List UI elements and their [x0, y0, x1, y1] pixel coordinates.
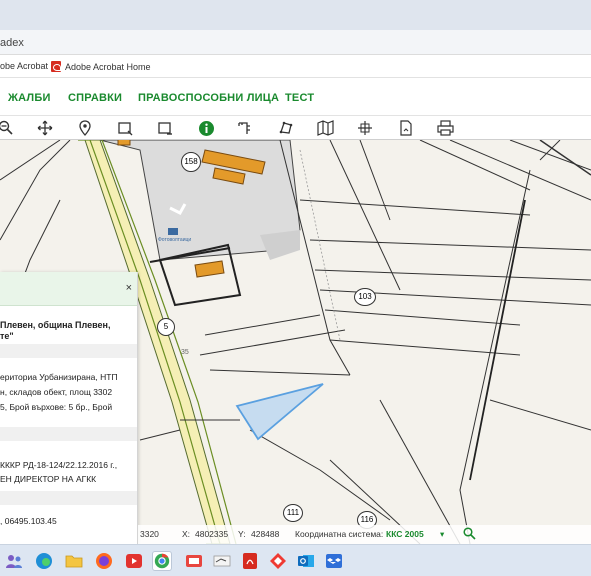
- info-icon[interactable]: [196, 118, 216, 138]
- folder-icon[interactable]: [64, 551, 84, 571]
- firefox-icon[interactable]: [94, 551, 114, 571]
- panel-order-line2: ЕН ДИРЕКТОР НА АГКК: [0, 474, 97, 484]
- select-rect-icon[interactable]: [115, 118, 135, 138]
- parcel-label-103: 103: [354, 288, 376, 306]
- panel-header: ×: [0, 272, 137, 306]
- address-bar[interactable]: adex: [0, 30, 591, 55]
- chrome-icon[interactable]: [152, 551, 172, 571]
- pdf-icon[interactable]: [240, 551, 260, 571]
- nav-complaints[interactable]: ЖАЛБИ: [8, 92, 51, 104]
- panel-title-line1: Плевен, община Плевен,: [0, 320, 111, 330]
- crs-select[interactable]: ККС 2005: [386, 529, 424, 539]
- chevron-down-icon[interactable]: ▾: [440, 529, 444, 540]
- location-pin-icon[interactable]: [75, 118, 95, 138]
- map-toolbar: [0, 116, 591, 140]
- map-icon[interactable]: [315, 118, 335, 138]
- people-icon[interactable]: [4, 551, 24, 571]
- search-icon[interactable]: [463, 527, 476, 542]
- pdf-icon: [51, 61, 61, 72]
- parcel-label-158: 158: [181, 152, 201, 172]
- measure-icon[interactable]: [235, 118, 255, 138]
- bookmark-label: obe Acrobat: [0, 61, 49, 71]
- app2-icon[interactable]: [212, 551, 232, 571]
- pan-icon[interactable]: [35, 118, 55, 138]
- zoom-out-icon[interactable]: [0, 118, 16, 138]
- parcel-label-35: 35: [181, 349, 189, 356]
- os-taskbar: [0, 544, 591, 576]
- nav-test[interactable]: ТЕСТ: [285, 92, 314, 104]
- panel-desc-line1: ериториа Урбанизирана, НТП: [0, 372, 118, 382]
- x-label: X:: [182, 529, 191, 539]
- panel-divider: [0, 344, 137, 358]
- poi-icon: [168, 228, 178, 235]
- polygon-icon[interactable]: [276, 118, 296, 138]
- panel-divider: [0, 427, 137, 441]
- panel-desc-line2: н, складов обект, площ 3302: [0, 387, 113, 397]
- dropbox-icon[interactable]: [324, 551, 344, 571]
- print-icon[interactable]: [435, 118, 455, 138]
- bookmark-label: Adobe Acrobat Home: [65, 61, 151, 72]
- bookmarks-bar: obe Acrobat Adobe Acrobat Home: [0, 56, 591, 78]
- panel-title-line2: те": [0, 331, 14, 341]
- parcel-label-5: 5: [157, 318, 175, 336]
- nav-references[interactable]: СПРАВКИ: [68, 92, 122, 104]
- select-rect-minus-icon[interactable]: [155, 118, 175, 138]
- y-value: 428488: [251, 529, 280, 539]
- video-icon[interactable]: [124, 551, 144, 571]
- document-icon[interactable]: [396, 118, 416, 138]
- panel-order-line1: КККР РД-18-124/22.12.2016 г.,: [0, 460, 118, 470]
- map-status-bar: 3320 X: 4802335 Y: 428488 Координатна си…: [138, 525, 591, 544]
- address-text: adex: [0, 37, 24, 49]
- anydesk-icon[interactable]: [268, 551, 288, 571]
- bookmark-adobe-acrobat-home[interactable]: Adobe Acrobat Home: [51, 61, 151, 72]
- scale-value: 3320: [140, 529, 159, 539]
- app-icon[interactable]: [184, 551, 204, 571]
- panel-divider: [0, 491, 137, 505]
- poi-label: Фотоволтаици: [158, 237, 192, 243]
- site-nav: ЖАЛБИ СПРАВКИ ПРАВОСПОСОБНИ ЛИЦА ТЕСТ: [0, 80, 591, 116]
- crs-label: Координатна система:: [295, 529, 384, 539]
- parcel-label-111: 111: [283, 504, 303, 522]
- screen: adex obe Acrobat Adobe Acrobat Home ЖАЛБ…: [0, 0, 591, 576]
- x-value: 4802335: [195, 529, 229, 539]
- nav-licensed-persons[interactable]: ПРАВОСПОСОБНИ ЛИЦА: [138, 92, 279, 104]
- browser-tabstrip: [0, 0, 591, 30]
- panel-id-line: , 06495.103.45: [0, 516, 57, 526]
- bookmark-adobe-acrobat[interactable]: obe Acrobat: [0, 61, 48, 71]
- edge-icon[interactable]: [34, 551, 54, 571]
- crosshair-icon[interactable]: [355, 118, 375, 138]
- y-label: Y:: [238, 529, 246, 539]
- panel-desc-line3: 5, Брой върхове: 5 бр., Брой: [0, 402, 113, 412]
- close-icon[interactable]: ×: [126, 282, 132, 294]
- outlook-icon[interactable]: [296, 551, 316, 571]
- parcel-info-panel: × Плевен, община Плевен, те" ериториа Ур…: [0, 272, 138, 544]
